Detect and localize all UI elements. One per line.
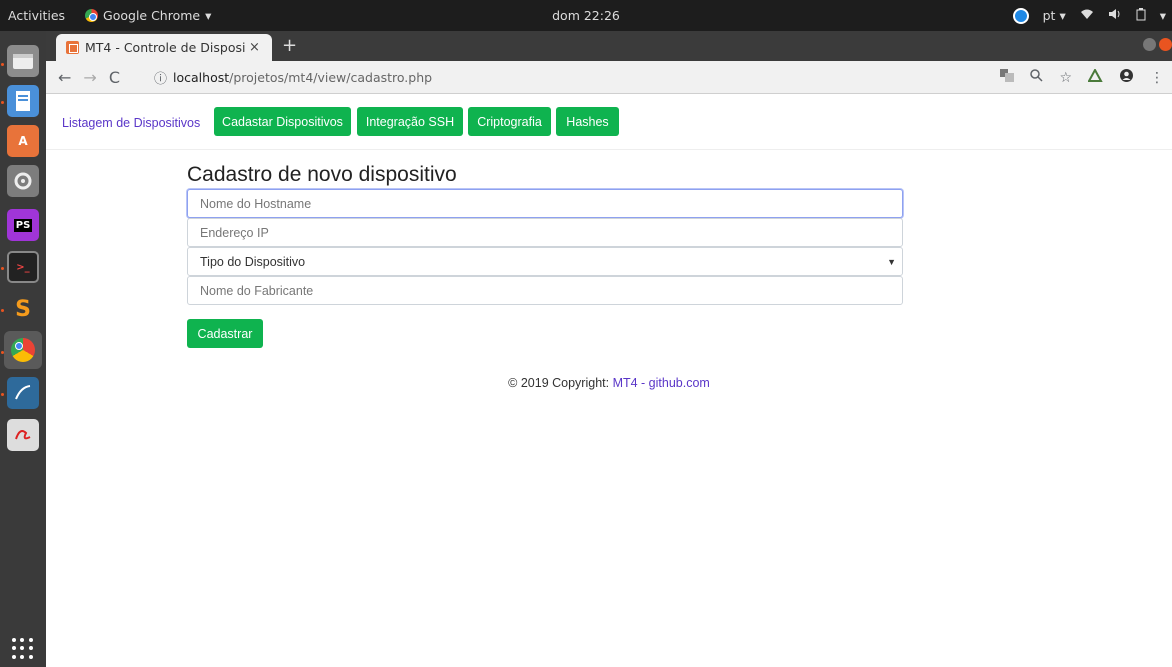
copyright-text: © 2019 Copyright: — [508, 376, 613, 390]
minimize-window-button[interactable] — [1143, 38, 1156, 51]
device-form: Cadastro de novo dispositivo Tipo do Dis… — [187, 161, 903, 348]
nav-button-criptografia[interactable]: Criptografia — [468, 107, 551, 136]
app-menu-label: Google Chrome — [103, 8, 201, 23]
dropdown-arrow-icon: ▼ — [887, 257, 896, 267]
new-tab-button[interactable]: + — [282, 35, 297, 56]
device-type-selected: Tipo do Dispositivo — [200, 254, 306, 269]
chrome-launcher-icon[interactable] — [4, 331, 42, 369]
profile-avatar-icon[interactable] — [1119, 68, 1134, 87]
favicon-icon — [66, 41, 79, 54]
chrome-icon — [11, 338, 35, 362]
ip-address-input[interactable] — [187, 218, 903, 247]
battery-icon[interactable] — [1136, 7, 1146, 24]
close-tab-icon[interactable]: × — [249, 40, 260, 55]
show-applications-icon[interactable] — [12, 638, 34, 660]
address-bar[interactable]: ⓘ localhost/projetos/mt4/view/cadastro.p… — [154, 61, 432, 94]
running-indicator — [1, 393, 4, 396]
bookmark-star-icon[interactable]: ☆ — [1059, 70, 1072, 86]
text-editor-icon[interactable] — [7, 419, 39, 451]
hostname-input[interactable] — [187, 189, 903, 218]
language-indicator[interactable]: pt ▾ — [1043, 8, 1066, 23]
zoom-icon[interactable] — [1030, 69, 1043, 86]
manufacturer-input[interactable] — [187, 276, 903, 305]
running-indicator — [1, 267, 4, 270]
nav-button-cadastrar[interactable]: Cadastar Dispositivos — [214, 107, 351, 136]
browser-tab[interactable]: MT4 - Controle de Disposi × — [56, 34, 272, 61]
running-indicator — [1, 309, 4, 312]
browser-toolbar: ← → C ⓘ localhost/projetos/mt4/view/cada… — [46, 61, 1172, 94]
browser-window: MT4 - Controle de Disposi × + ← → C ⓘ lo… — [46, 31, 1172, 667]
device-type-select[interactable]: Tipo do Dispositivo ▼ — [187, 247, 903, 276]
page-title: Cadastro de novo dispositivo — [187, 163, 457, 186]
running-indicator — [1, 63, 4, 66]
close-window-button[interactable] — [1159, 38, 1172, 51]
footer-github-link[interactable]: MT4 - github.com — [613, 376, 710, 390]
terminal-icon[interactable]: >_ — [7, 251, 39, 283]
nav-button-ssh[interactable]: Integração SSH — [357, 107, 463, 136]
mysql-workbench-icon[interactable] — [7, 377, 39, 409]
tab-title: MT4 - Controle de Disposi — [85, 40, 245, 55]
software-center-icon[interactable]: A — [7, 125, 39, 157]
submit-button[interactable]: Cadastrar — [187, 319, 263, 348]
chrome-icon — [85, 9, 99, 22]
teamviewer-icon[interactable] — [1012, 7, 1029, 24]
system-top-bar: Activities Google Chrome ▾ dom 22:26 pt … — [0, 0, 1172, 31]
volume-icon[interactable] — [1108, 8, 1122, 23]
reload-icon[interactable]: C — [109, 68, 120, 87]
translate-icon[interactable] — [1000, 69, 1015, 86]
nav-button-hashes[interactable]: Hashes — [556, 107, 619, 136]
system-menu-chevron-icon[interactable]: ▾ — [1160, 8, 1166, 23]
activities-button[interactable]: Activities — [8, 8, 65, 23]
chevron-down-icon: ▾ — [205, 8, 212, 23]
url-path: /projetos/mt4/view/cadastro.php — [229, 70, 433, 85]
web-page: Listagem de Dispositivos Cadastar Dispos… — [46, 94, 1172, 667]
tab-strip: MT4 - Controle de Disposi × + — [46, 31, 1172, 61]
extension-icon[interactable] — [1087, 67, 1103, 87]
url-host: localhost — [173, 70, 230, 85]
page-footer: © 2019 Copyright: MT4 - github.com — [46, 376, 1172, 390]
forward-icon[interactable]: → — [83, 68, 96, 87]
document-viewer-icon[interactable] — [7, 85, 39, 117]
wifi-icon[interactable] — [1080, 8, 1094, 23]
files-icon[interactable] — [7, 45, 39, 77]
more-menu-icon[interactable]: ⋮ — [1150, 70, 1164, 86]
sublime-text-icon[interactable]: S — [7, 293, 39, 325]
system-settings-icon[interactable] — [7, 165, 39, 197]
info-icon[interactable]: ⓘ — [154, 68, 167, 87]
window-controls — [1143, 38, 1172, 51]
nav-link-listagem[interactable]: Listagem de Dispositivos — [62, 116, 200, 130]
site-navbar: Listagem de Dispositivos Cadastar Dispos… — [46, 94, 1172, 150]
back-icon[interactable]: ← — [58, 68, 71, 87]
app-menu[interactable]: Google Chrome ▾ — [85, 8, 211, 23]
running-indicator — [1, 101, 4, 104]
launcher-dock: A PS >_ S — [0, 31, 46, 667]
phpstorm-icon[interactable]: PS — [7, 209, 39, 241]
